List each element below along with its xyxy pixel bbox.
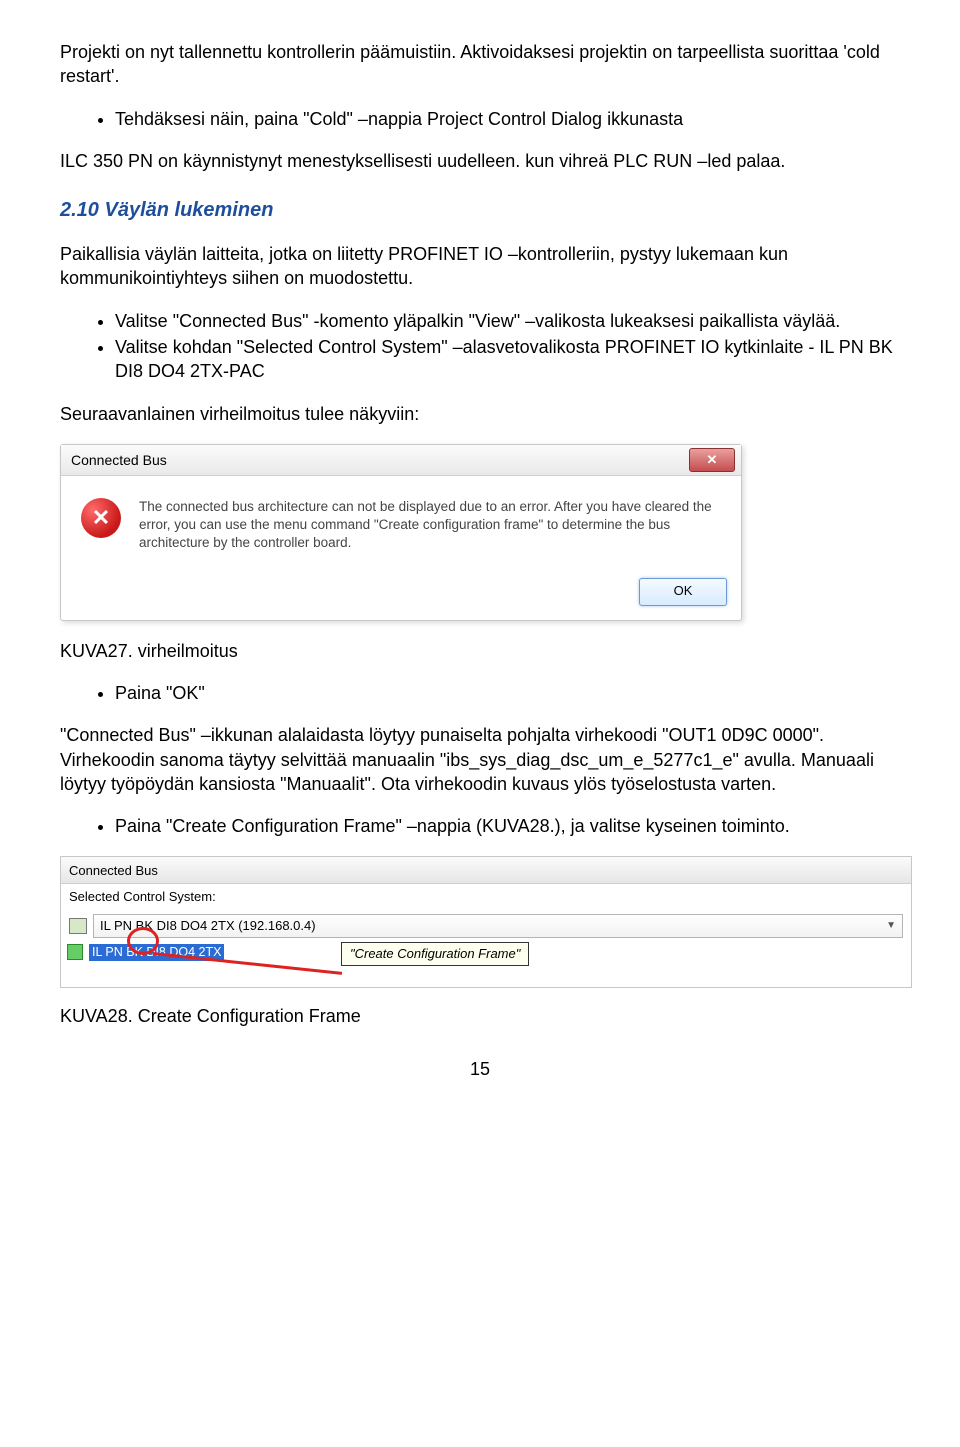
close-icon: ✕: [707, 451, 718, 469]
module-icon: [67, 944, 83, 960]
connected-bus-panel: Connected Bus Selected Control System: I…: [60, 856, 912, 988]
error-icon: ✕: [81, 498, 121, 538]
bullet-list: Valitse "Connected Bus" -komento yläpalk…: [60, 309, 900, 384]
paragraph: ILC 350 PN on käynnistynyt menestykselli…: [60, 149, 900, 173]
dialog-titlebar: Connected Bus ✕: [61, 445, 741, 476]
selected-system-label: Selected Control System:: [69, 888, 216, 906]
dialog-title-text: Connected Bus: [71, 451, 167, 470]
panel-title: Connected Bus: [61, 857, 911, 884]
section-heading: 2.10 Väylän lukeminen: [60, 197, 900, 224]
close-button[interactable]: ✕: [689, 448, 735, 472]
list-item: Paina "Create Configuration Frame" –napp…: [115, 814, 900, 838]
bullet-list: Tehdäksesi näin, paina "Cold" –nappia Pr…: [60, 107, 900, 131]
error-dialog: Connected Bus ✕ ✕ The connected bus arch…: [60, 444, 742, 621]
control-system-dropdown[interactable]: IL PN BK DI8 DO4 2TX (192.168.0.4) ▼: [93, 914, 903, 938]
ok-button[interactable]: OK: [639, 578, 727, 606]
paragraph: Seuraavanlainen virheilmoitus tulee näky…: [60, 402, 900, 426]
dialog-message: The connected bus architecture can not b…: [139, 498, 721, 553]
bullet-list: Paina "Create Configuration Frame" –napp…: [60, 814, 900, 838]
page-number: 15: [60, 1057, 900, 1081]
list-item: Valitse "Connected Bus" -komento yläpalk…: [115, 309, 900, 333]
device-icon: [69, 918, 87, 934]
paragraph: Projekti on nyt tallennettu kontrollerin…: [60, 40, 900, 89]
tooltip: "Create Configuration Frame": [341, 942, 529, 966]
list-item: Paina "OK": [115, 681, 900, 705]
bullet-list: Paina "OK": [60, 681, 900, 705]
paragraph: Paikallisia väylän laitteita, jotka on l…: [60, 242, 900, 291]
figure-caption: KUVA28. Create Configuration Frame: [60, 1004, 900, 1028]
figure-caption: KUVA27. virheilmoitus: [60, 639, 900, 663]
paragraph: "Connected Bus" –ikkunan alalaidasta löy…: [60, 723, 900, 796]
list-item: Valitse kohdan "Selected Control System"…: [115, 335, 900, 384]
list-item: Tehdäksesi näin, paina "Cold" –nappia Pr…: [115, 107, 900, 131]
chevron-down-icon: ▼: [886, 919, 896, 933]
